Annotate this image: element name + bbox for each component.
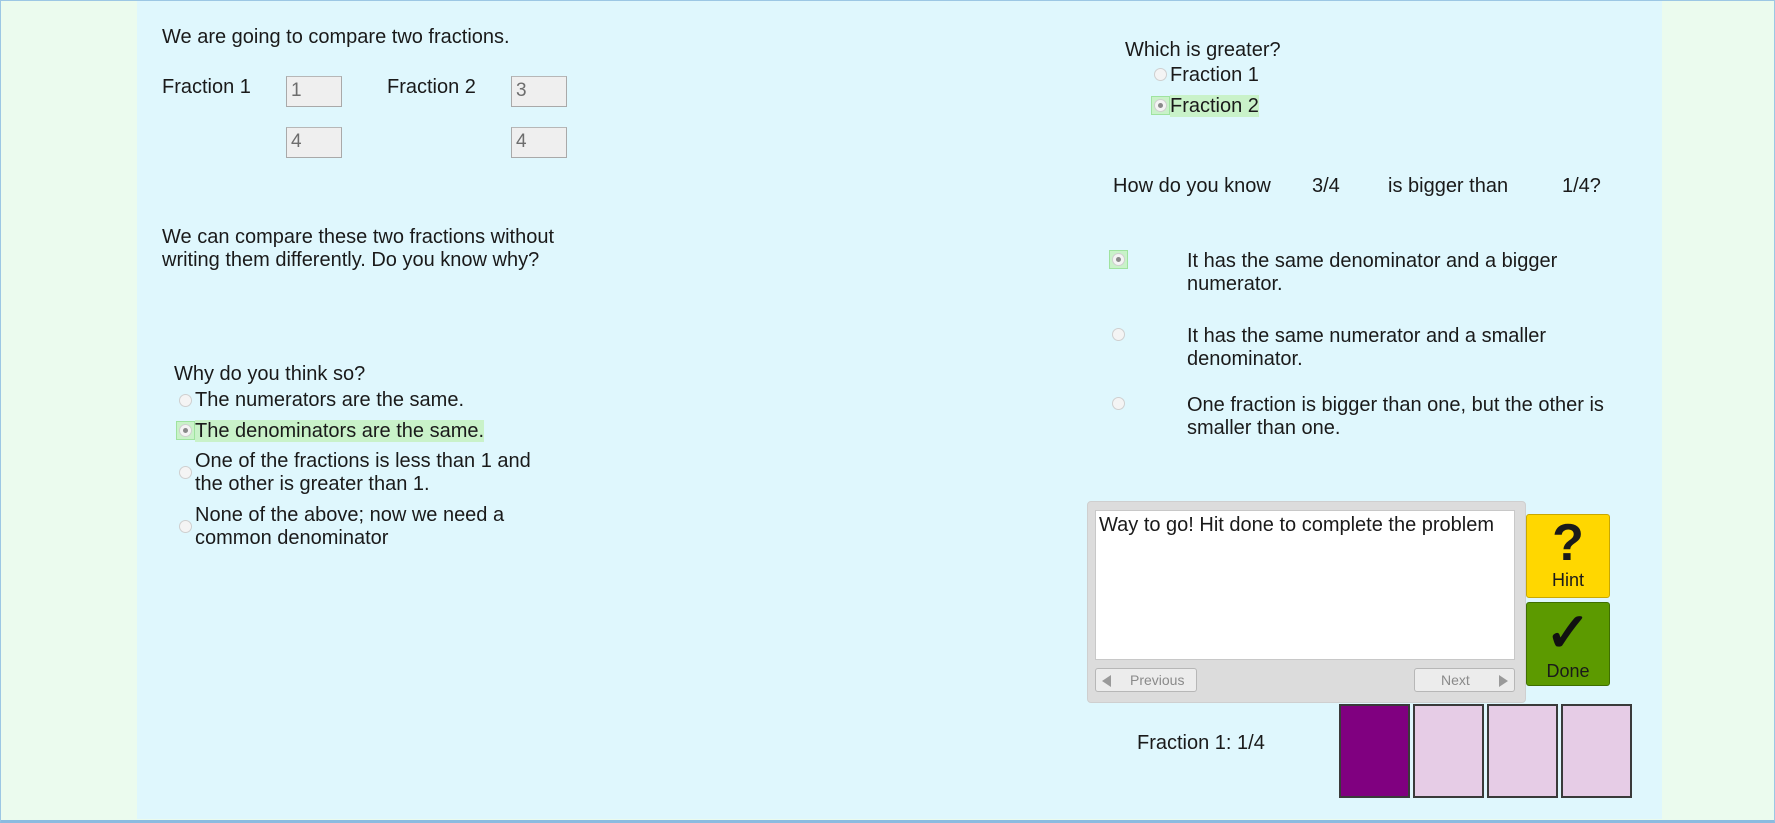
how-option-2-radio[interactable] <box>1112 328 1125 341</box>
greater-option-fraction1-label[interactable]: Fraction 1 <box>1170 64 1259 87</box>
why-question: Why do you think so? <box>174 363 366 385</box>
next-button[interactable]: Next <box>1414 668 1515 692</box>
previous-arrow-icon <box>1102 675 1111 687</box>
compare-explanation: We can compare these two fractions witho… <box>162 226 554 272</box>
hint-label: Hint <box>1551 570 1584 590</box>
how-option-3-line-2: smaller than one. <box>1187 417 1341 439</box>
how-option-3-radio[interactable] <box>1112 397 1125 410</box>
previous-label: Previous <box>1130 672 1185 688</box>
why-option-3-radio[interactable] <box>179 466 192 479</box>
fraction-bar-cell-1[interactable] <box>1339 704 1410 798</box>
how-option-1-line-1: It has the same denominator and a bigger <box>1187 250 1558 272</box>
why-option-4-label[interactable]: None of the above; now we need a common … <box>195 504 504 550</box>
done-label: Done <box>1546 661 1590 681</box>
why-option-4-line-1: None of the above; now we need a <box>195 504 505 526</box>
how-first-fraction: 3/4 <box>1312 175 1340 197</box>
fraction-bar-cell-2[interactable] <box>1413 704 1484 798</box>
fraction2-label: Fraction 2 <box>387 76 476 98</box>
greater-option-fraction2-text: Fraction 2 <box>1170 95 1259 117</box>
fraction2-denominator-input[interactable]: 4 <box>511 127 567 158</box>
fraction-bar-cell-3[interactable] <box>1487 704 1558 798</box>
how-option-2-label[interactable]: It has the same numerator and a smaller … <box>1187 325 1546 371</box>
done-button[interactable]: ✓ Done <box>1526 602 1610 686</box>
next-arrow-icon <box>1499 675 1508 687</box>
hint-button[interactable]: ? Hint <box>1526 514 1610 598</box>
feedback-message: Way to go! Hit done to complete the prob… <box>1095 510 1515 660</box>
question-mark-icon: ? <box>1552 514 1584 572</box>
next-label: Next <box>1441 672 1470 688</box>
how-option-1-label[interactable]: It has the same denominator and a bigger… <box>1187 250 1557 296</box>
why-option-4-line-2: common denominator <box>195 527 389 549</box>
how-option-1-line-2: numerator. <box>1187 273 1283 295</box>
why-option-2-label[interactable]: The denominators are the same. <box>195 420 485 443</box>
why-option-1-label[interactable]: The numerators are the same. <box>195 389 464 412</box>
fraction1-denominator-input[interactable]: 4 <box>286 127 342 158</box>
greater-option-fraction2-label[interactable]: Fraction 2 <box>1170 95 1259 118</box>
how-option-1-radio[interactable] <box>1112 253 1125 266</box>
how-option-3-line-1: One fraction is bigger than one, but the… <box>1187 394 1604 416</box>
fraction-bar-label: Fraction 1: 1/4 <box>1137 732 1265 754</box>
how-middle: is bigger than <box>1388 175 1509 197</box>
why-option-1-radio[interactable] <box>179 394 192 407</box>
why-option-3-line-2: the other is greater than 1. <box>195 473 430 495</box>
intro-text: We are going to compare two fractions. <box>162 26 510 48</box>
checkmark-icon: ✓ <box>1545 603 1591 663</box>
feedback-panel: Way to go! Hit done to complete the prob… <box>1087 501 1526 703</box>
how-option-2-line-1: It has the same numerator and a smaller <box>1187 325 1547 347</box>
compare-line-2: writing them differently. Do you know wh… <box>162 249 540 271</box>
why-option-3-line-1: One of the fractions is less than 1 and <box>195 450 531 472</box>
why-option-4-radio[interactable] <box>179 520 192 533</box>
how-prefix: How do you know <box>1113 175 1271 197</box>
why-option-3-label[interactable]: One of the fractions is less than 1 and … <box>195 450 531 496</box>
why-option-2-radio[interactable] <box>179 424 192 437</box>
fraction2-numerator-input[interactable]: 3 <box>511 76 567 107</box>
fraction1-label: Fraction 1 <box>162 76 251 98</box>
why-option-2-text: The denominators are the same. <box>195 420 485 442</box>
how-second-fraction: 1/4? <box>1562 175 1601 197</box>
fraction1-numerator-input[interactable]: 1 <box>286 76 342 107</box>
how-option-3-label[interactable]: One fraction is bigger than one, but the… <box>1187 394 1604 440</box>
previous-button[interactable]: Previous <box>1095 668 1197 692</box>
greater-question: Which is greater? <box>1125 39 1281 61</box>
fraction-bar-cell-4[interactable] <box>1561 704 1632 798</box>
greater-option-fraction2-radio[interactable] <box>1154 99 1167 112</box>
compare-line-1: We can compare these two fractions witho… <box>162 226 555 248</box>
how-option-2-line-2: denominator. <box>1187 348 1303 370</box>
greater-option-fraction1-radio[interactable] <box>1154 68 1167 81</box>
